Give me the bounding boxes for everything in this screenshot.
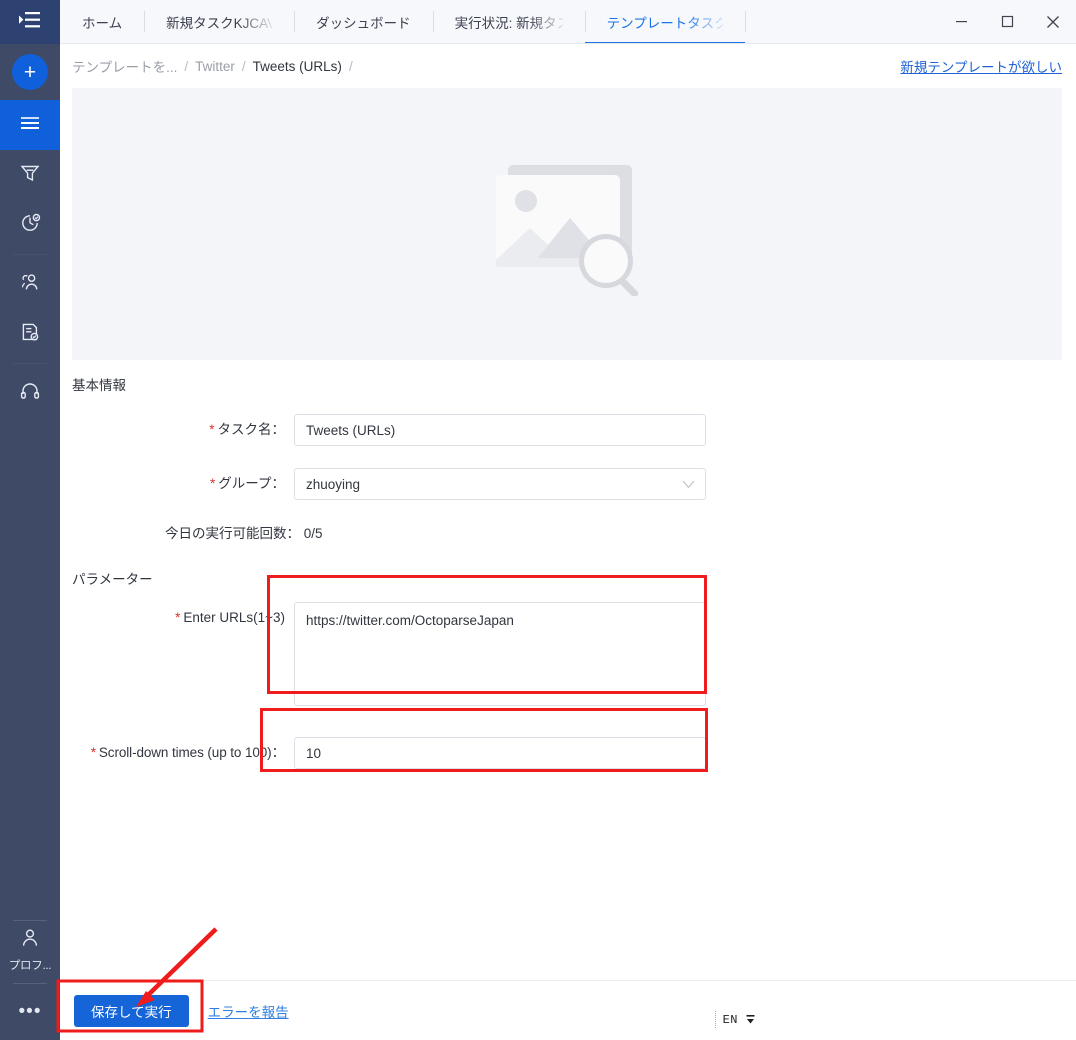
urls-control: https://twitter.com/OctoparseJapan	[294, 602, 706, 711]
ime-language-label: EN	[722, 1012, 738, 1027]
headset-icon	[19, 381, 41, 406]
label-suffix: ：	[271, 745, 286, 760]
menu-expand-icon	[19, 11, 41, 34]
tab-divider	[744, 11, 746, 32]
app-window: + プロフ... ••• ホーム 新規タスクKJCAV ダッシュボード 実行状況…	[0, 0, 1076, 1040]
scroll-control	[294, 737, 706, 769]
ime-indicator[interactable]: EN	[714, 1011, 756, 1028]
breadcrumb-bar: テンプレートを... / Twitter / Tweets (URLs) / 新…	[60, 44, 1076, 88]
image-search-placeholder-icon	[478, 148, 656, 301]
section-title-basic-info: 基本情報	[72, 378, 126, 393]
left-sidebar: + プロフ... •••	[0, 0, 60, 1040]
breadcrumb: テンプレートを... / Twitter / Tweets (URLs) /	[72, 56, 360, 76]
field-row-task-name: * タスク名：	[72, 414, 1062, 446]
task-name-control	[294, 414, 706, 446]
breadcrumb-item-twitter[interactable]: Twitter	[195, 59, 235, 74]
sidebar-item-team[interactable]	[0, 259, 60, 309]
runs-today-text: 今日の実行可能回数： 0/5	[165, 526, 323, 541]
sidebar-item-tasks[interactable]	[0, 100, 60, 150]
sidebar-more-button[interactable]: •••	[0, 984, 60, 1040]
label-text: タスク名：	[217, 422, 286, 437]
breadcrumb-item-root[interactable]: テンプレートを...	[72, 56, 177, 76]
sidebar-divider-2	[13, 363, 47, 364]
report-error-link[interactable]: エラーを報告	[208, 1001, 289, 1021]
required-mark: *	[209, 422, 215, 437]
tab-bar: ホーム 新規タスクKJCAVPEc ダッシュボード 実行状況: 新規タスク テン…	[60, 0, 1076, 44]
footer-bar: 保存して実行 エラーを報告 EN	[60, 980, 1076, 1040]
sidebar-toggle-button[interactable]	[0, 0, 60, 44]
sidebar-item-data-service[interactable]	[0, 309, 60, 359]
people-icon	[19, 271, 41, 298]
ime-divider	[714, 1011, 716, 1028]
breadcrumb-separator: /	[241, 58, 246, 74]
sidebar-item-task-status[interactable]	[0, 200, 60, 250]
tab-new-task[interactable]: 新規タスクKJCAVPEc	[144, 0, 294, 43]
section-title-parameters: パラメーター	[72, 572, 153, 587]
tab-task-status[interactable]: 実行状況: 新規タスク	[432, 0, 585, 43]
group-control	[294, 468, 706, 500]
funnel-icon	[19, 162, 41, 189]
tab-dashboard[interactable]: ダッシュボード	[294, 0, 433, 43]
tab-home[interactable]: ホーム	[60, 0, 144, 43]
group-label: * グループ：	[72, 468, 294, 500]
tab-label: ダッシュボード	[316, 15, 411, 31]
tab-label: 実行状況: 新規タスク	[454, 15, 563, 31]
urls-textarea[interactable]: https://twitter.com/OctoparseJapan	[294, 602, 706, 706]
breadcrumb-separator: /	[184, 58, 189, 74]
task-name-input[interactable]	[294, 414, 706, 446]
profile-label: プロフ...	[8, 960, 52, 972]
scroll-label: * Scroll-down times (up to 100)：	[72, 737, 294, 769]
plus-icon: +	[23, 60, 37, 84]
sidebar-divider	[13, 254, 47, 255]
field-row-scroll: * Scroll-down times (up to 100)：	[72, 737, 1062, 769]
tab-label: ホーム	[82, 15, 123, 31]
window-controls	[938, 0, 1076, 43]
label-text: グループ：	[218, 476, 285, 491]
breadcrumb-item-current[interactable]: Tweets (URLs)	[253, 59, 342, 74]
maximize-button[interactable]	[984, 0, 1030, 43]
sidebar-item-profile[interactable]: プロフ...	[0, 921, 60, 983]
tab-label: テンプレートタスク	[606, 15, 723, 31]
tab-template-task[interactable]: テンプレートタスク	[584, 0, 745, 43]
person-icon	[19, 927, 41, 954]
scroll-times-input[interactable]	[294, 737, 706, 769]
close-button[interactable]	[1030, 0, 1076, 43]
breadcrumb-separator-trailing: /	[348, 58, 353, 74]
main-pane: ホーム 新規タスクKJCAVPEc ダッシュボード 実行状況: 新規タスク テン…	[60, 0, 1076, 1040]
clock-check-icon	[19, 212, 41, 239]
task-name-label: * タスク名：	[72, 414, 294, 446]
label-text: Scroll-down times (up to 100)	[98, 745, 272, 760]
form-area: 基本情報 *タスク名： *グループ：	[60, 360, 1076, 980]
save-and-run-button[interactable]: 保存して実行	[74, 994, 189, 1027]
label-text: Enter URLs(1~3)	[183, 610, 285, 625]
group-select[interactable]	[294, 468, 706, 500]
new-task-button[interactable]: +	[0, 44, 60, 100]
field-row-group: * グループ：	[72, 468, 1062, 500]
request-new-template-link[interactable]: 新規テンプレートが欲しい	[900, 56, 1062, 76]
field-row-urls: * Enter URLs(1~3) https://twitter.com/Oct…	[72, 602, 1062, 711]
ime-caret-icon	[745, 1013, 756, 1026]
sidebar-item-data-cleaning[interactable]	[0, 150, 60, 200]
template-banner	[72, 88, 1062, 360]
urls-label: * Enter URLs(1~3)	[72, 602, 294, 634]
tab-label: 新規タスクKJCAVPEc	[166, 15, 273, 31]
sidebar-item-support[interactable]	[0, 368, 60, 418]
hamburger-icon	[19, 115, 41, 136]
required-mark: *	[90, 745, 96, 760]
document-check-icon	[19, 321, 41, 348]
required-mark: *	[175, 610, 181, 625]
minimize-button[interactable]	[938, 0, 984, 43]
required-mark: *	[210, 476, 216, 491]
